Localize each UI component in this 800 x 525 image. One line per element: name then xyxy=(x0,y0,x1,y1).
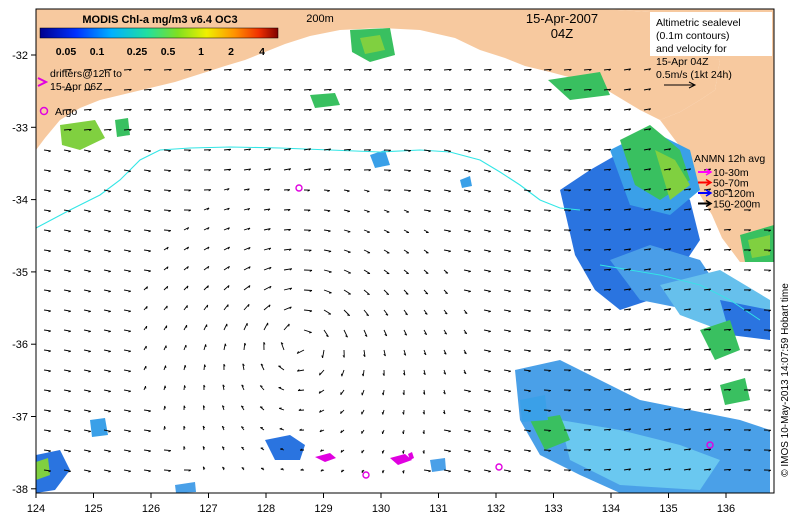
x-tick-label: 127 xyxy=(199,503,217,515)
colorbar-tick-label: 0.5 xyxy=(161,46,176,58)
y-tick-label: -32 xyxy=(12,50,28,62)
y-axis: -32 -33 -34 -35 -36 -37 -38 xyxy=(12,50,36,496)
velocity-arrow-head xyxy=(147,306,148,308)
argo-legend-label: Argo xyxy=(55,106,77,118)
anmn-label: 150-200m xyxy=(713,199,761,211)
y-tick-label: -34 xyxy=(12,195,28,207)
altimetry-line2: (0.1m contours) xyxy=(656,30,730,42)
map-figure: 124125126127128129130131132133134135136 … xyxy=(0,0,800,520)
y-tick-label: -35 xyxy=(12,267,28,279)
isobath-label: 200m xyxy=(306,13,334,25)
velocity-arrow-head xyxy=(280,428,282,429)
y-tick-label: -37 xyxy=(12,412,28,424)
velocity-arrow xyxy=(164,210,171,211)
velocity-arrow xyxy=(164,190,171,191)
velocity-arrow-head xyxy=(248,304,249,306)
x-tick-label: 131 xyxy=(429,503,447,515)
velocity-arrow xyxy=(164,450,171,451)
map-date: 15-Apr-2007 xyxy=(526,11,598,26)
y-tick-label: -36 xyxy=(12,339,28,351)
velocity-arrow-head xyxy=(320,373,321,375)
velocity-arrow-head xyxy=(367,191,369,192)
velocity-arrow xyxy=(164,230,171,231)
x-tick-label: 128 xyxy=(257,503,275,515)
velocity-arrow xyxy=(304,290,312,291)
velocity-arrow-head xyxy=(281,469,283,470)
velocity-arrow-head xyxy=(348,232,350,233)
velocity-arrow-head xyxy=(386,294,388,295)
map-svg: 124125126127128129130131132133134135136 … xyxy=(0,0,800,520)
x-tick-label: 134 xyxy=(602,503,620,515)
y-tick-label: -38 xyxy=(12,484,28,496)
velocity-arrow xyxy=(404,190,411,191)
velocity-arrow xyxy=(164,170,171,171)
velocity-arrow xyxy=(164,470,171,471)
colorbar-title: MODIS Chl-a mg/m3 v6.4 OC3 xyxy=(82,14,237,26)
colorbar-tick-label: 2 xyxy=(228,46,234,58)
colorbar-ramp xyxy=(40,28,278,38)
colorbar-tick-label: 0.1 xyxy=(90,46,105,58)
drifter-legend-line1: drifters@12h to xyxy=(50,68,122,80)
altimetry-line5: 0.5m/s (1kt 24h) xyxy=(656,69,732,81)
colorbar-tick-label: 0.25 xyxy=(127,46,148,58)
velocity-arrow xyxy=(404,170,411,171)
altimetry-line4: 15-Apr 04Z xyxy=(656,56,709,68)
altimetry-line1: Altimetric sealevel xyxy=(656,17,741,29)
velocity-arrow xyxy=(164,150,171,151)
x-tick-label: 126 xyxy=(142,503,160,515)
velocity-arrow-head xyxy=(289,324,290,326)
velocity-arrow xyxy=(404,150,411,151)
y-tick-label: -33 xyxy=(12,122,28,134)
velocity-arrow-head xyxy=(280,448,282,449)
velocity-arrow-head xyxy=(206,344,207,346)
colorbar-tick-label: 0.05 xyxy=(56,46,77,58)
velocity-arrow-head xyxy=(367,212,369,213)
altimetry-line3: and velocity for xyxy=(656,43,727,55)
velocity-arrow-head xyxy=(382,412,383,414)
anmn-title: ANMN 12h avg xyxy=(694,153,765,165)
drifter-legend-line2: 15-Apr 06Z xyxy=(50,81,103,93)
credit-text: © IMOS 10-May-2013 14:07:59 Hobart time xyxy=(780,283,791,477)
x-tick-label: 124 xyxy=(27,503,45,515)
velocity-arrow-head xyxy=(329,272,331,273)
colorbar-tick-label: 4 xyxy=(259,46,265,58)
velocity-arrow-head xyxy=(341,411,342,413)
x-tick-label: 129 xyxy=(314,503,332,515)
x-tick-label: 136 xyxy=(717,503,735,515)
x-tick-label: 133 xyxy=(544,503,562,515)
velocity-arrow-head xyxy=(165,386,166,388)
x-tick-label: 125 xyxy=(84,503,102,515)
map-time: 04Z xyxy=(551,26,573,41)
x-axis: 124 125 126 127 128 129 130 131 132 133 134 135 136 xyxy=(27,493,735,515)
x-tick-label: 130 xyxy=(372,503,390,515)
colorbar-tick-label: 1 xyxy=(198,46,204,58)
x-tick-label: 135 xyxy=(659,503,677,515)
x-tick-label: 132 xyxy=(487,503,505,515)
